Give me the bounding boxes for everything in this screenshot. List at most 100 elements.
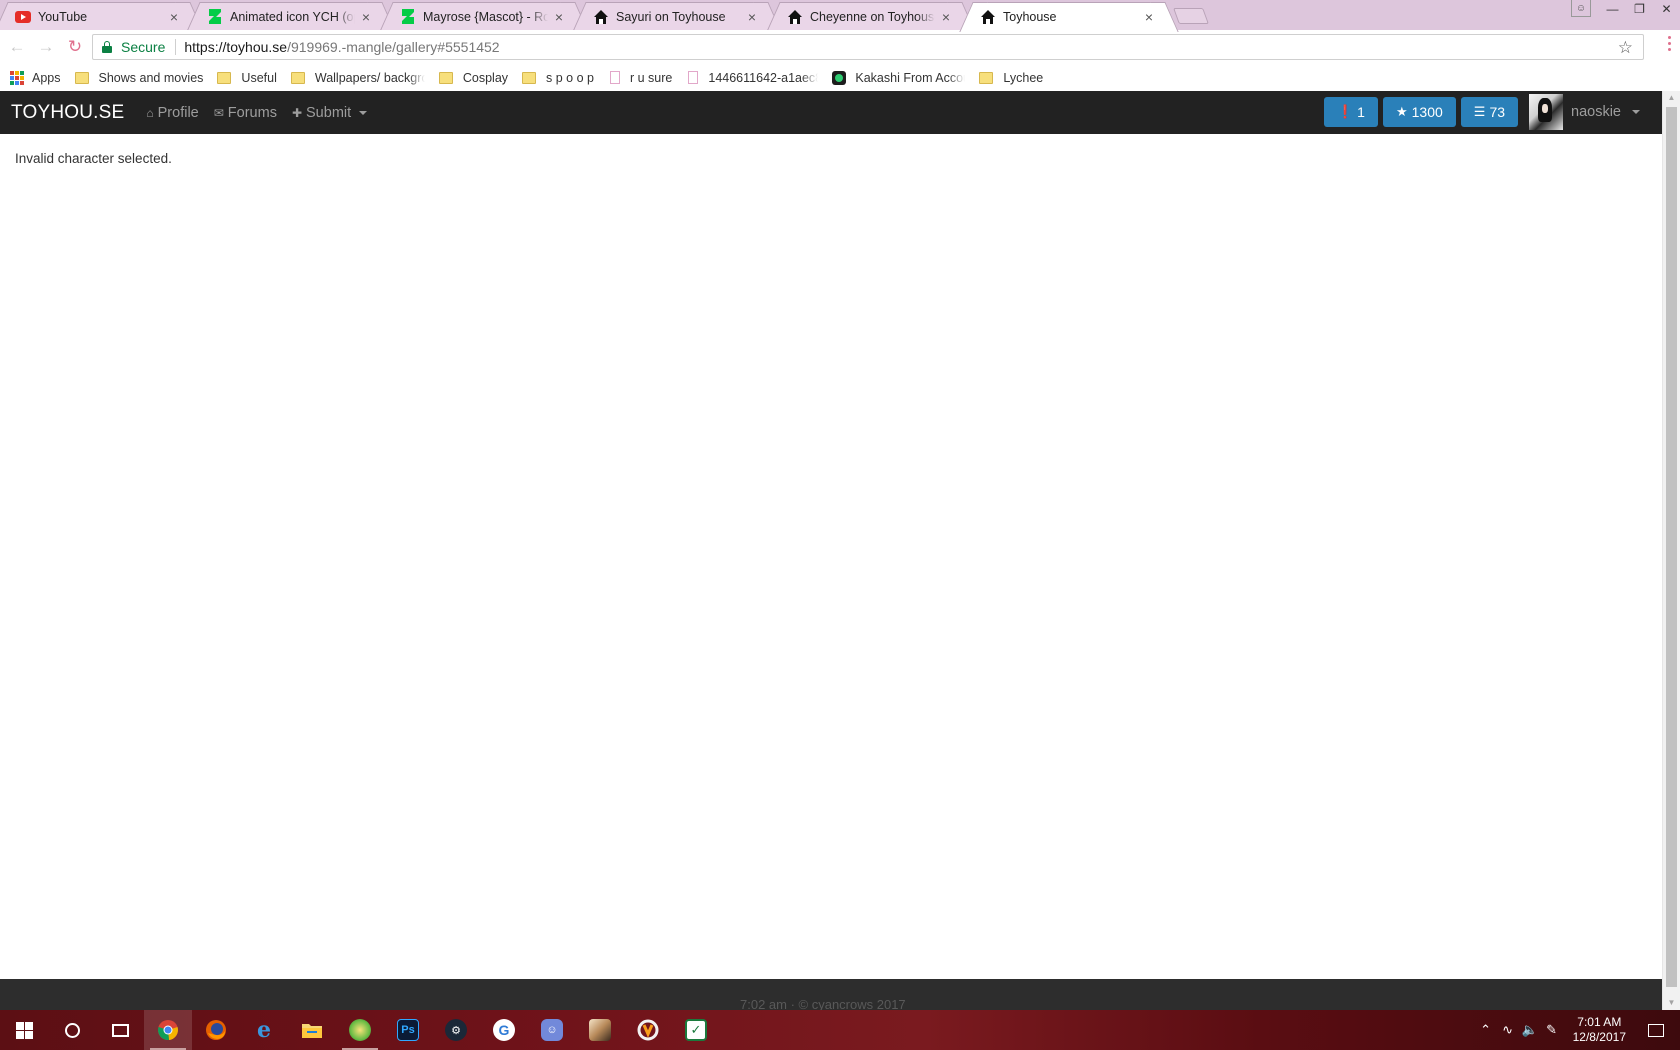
list-button[interactable]: ☰ 73 [1460,97,1519,127]
system-tray: ⌃ ∿ 🔈 ✎ 7:01 AM 12/8/2017 [1475,1010,1680,1050]
back-button[interactable]: ← [5,35,29,59]
nav-profile[interactable]: ⌂ Profile [146,105,198,121]
plus-icon: ✚ [291,105,303,120]
comments-icon: ✉ [213,105,224,120]
browser-menu-icon[interactable] [1668,36,1672,51]
bookmark-label: Lychee [1003,70,1044,85]
browser-tab-strip: YouTube × Animated icon YCH (ope × Mayro… [0,0,1680,30]
close-icon[interactable]: × [359,9,373,25]
tab-cheyenne-on-toyhouse[interactable]: Cheyenne on Toyhouse × [780,2,962,30]
notifications-icon[interactable] [1648,1023,1664,1037]
start-button[interactable] [0,1010,48,1050]
bookmark-shows-and-movies[interactable]: Shows and movies [74,71,203,85]
chrome-icon [158,1020,178,1041]
chevron-up-icon[interactable]: ⌃ [1475,1022,1497,1038]
cortana-button[interactable] [48,1010,96,1050]
favorites-button[interactable]: ★ 1300 [1382,97,1456,127]
bookmark-label: Apps [32,70,61,85]
nav-submit[interactable]: ✚ Submit [291,104,368,121]
close-window-button[interactable]: ✕ [1653,0,1680,18]
bookmark-useful[interactable]: Useful [217,71,277,85]
address-bar[interactable]: Secure https://toyhou.se/919969.-mangle/… [92,34,1644,60]
scroll-down-icon[interactable]: ▼ [1663,996,1680,1010]
close-icon[interactable]: × [1142,9,1156,25]
bookmark-lychee[interactable]: Lychee [979,71,1043,85]
youtube-icon [15,9,31,25]
toyhouse-icon [593,9,609,25]
site-favicon-icon [832,70,847,85]
avatar[interactable] [1529,94,1564,130]
page-icon [688,71,699,84]
tab-animated-icon-ych[interactable]: Animated icon YCH (ope × [200,2,382,30]
site-logo[interactable]: TOYHOU.SE [11,102,124,124]
favorites-count: 1300 [1411,104,1443,120]
bookmark-star-icon[interactable]: ☆ [1618,38,1633,58]
taskbar-photoshop[interactable]: Ps [384,1010,432,1050]
new-tab-button[interactable] [1173,8,1209,24]
taskbar-firefox[interactable] [192,1010,240,1050]
taskbar-overwatch[interactable] [624,1010,672,1050]
bookmark-label: s p o o p [546,70,594,85]
tab-title: Cheyenne on Toyhouse [810,9,935,24]
bookmark-wallpapers[interactable]: Wallpapers/ backgrou [290,70,425,85]
chevron-down-icon[interactable] [1632,110,1640,114]
notifications-button[interactable]: ❗ 1 [1323,97,1378,127]
bookmark-label: Wallpapers/ backgrou [314,70,425,85]
taskbar-edge[interactable]: e [240,1010,288,1050]
browser-toolbar: ← → ↻ Secure https://toyhou.se/919969.-m… [0,30,1680,64]
tab-sayuri-on-toyhouse[interactable]: Sayuri on Toyhouse × [586,2,768,30]
windows-taskbar: e Ps ⚙ G ☺ ✓ ⌃ ∿ 🔈 ✎ 7:01 AM 12/8/2017 [0,1010,1680,1050]
toyhouse-icon [980,9,996,25]
taskbar-app-green[interactable] [336,1010,384,1050]
pen-icon[interactable]: ✎ [1541,1022,1563,1038]
tab-youtube[interactable]: YouTube × [8,2,190,30]
reload-button[interactable]: ↻ [63,35,87,59]
cortana-icon [64,1022,80,1038]
bookmark-kakashi[interactable]: Kakashi From Accoun [832,70,965,85]
task-view-button[interactable] [96,1010,144,1050]
username[interactable]: naoskie [1571,104,1621,120]
clock[interactable]: 7:01 AM 12/8/2017 [1573,1015,1626,1045]
exclamation-icon: ❗ [1336,104,1354,119]
bookmark-r-u-sure[interactable]: r u sure [608,71,672,85]
volume-icon[interactable]: 🔈 [1519,1022,1541,1038]
bookmark-cosplay[interactable]: Cosplay [438,71,508,85]
restore-button[interactable]: ❐ [1626,0,1653,18]
taskbar-game-app[interactable] [576,1010,624,1050]
taskbar-discord[interactable]: ☺ [528,1010,576,1050]
nav-label: Profile [157,104,199,121]
taskbar-app-g[interactable]: G [480,1010,528,1050]
overwatch-icon [637,1019,659,1041]
tab-title: Animated icon YCH (ope [230,9,355,24]
close-icon[interactable]: × [552,9,566,25]
folder-icon [979,71,994,84]
close-icon[interactable]: × [939,9,953,25]
bookmark-image-file[interactable]: 1446611642-a1aec86 [686,71,818,85]
clock-time: 7:01 AM [1577,1015,1622,1029]
nav-forums[interactable]: ✉ Forums [214,105,277,121]
bookmark-apps[interactable]: Apps [10,70,61,85]
apps-grid-icon [10,70,24,85]
taskbar-steam[interactable]: ⚙ [432,1010,480,1050]
site-footer: 7:02 am · © cyancrows 2017 [0,979,1662,1012]
network-icon[interactable]: ∿ [1497,1022,1519,1038]
taskbar-paint-app[interactable]: ✓ [672,1010,720,1050]
tab-mayrose-mascot[interactable]: Mayrose {Mascot} - Rose × [393,2,575,30]
close-icon[interactable]: × [167,9,181,25]
nav-label: Submit [306,104,352,121]
tab-title: Sayuri on Toyhouse [616,9,726,24]
url-text[interactable]: https://toyhou.se/919969.-mangle/gallery… [184,39,499,55]
tab-toyhouse[interactable]: Toyhouse × [973,2,1165,30]
star-icon: ★ [1395,104,1408,119]
scroll-up-icon[interactable]: ▲ [1663,91,1680,105]
close-icon[interactable]: × [745,9,759,25]
url-host: https://toyhou.se [184,39,288,55]
page-scrollbar[interactable]: ▲ ▼ [1662,91,1680,1010]
profile-icon[interactable]: ☺ [1571,0,1591,17]
taskbar-chrome[interactable] [144,1010,192,1050]
forward-button[interactable]: → [34,35,58,59]
scrollbar-thumb[interactable] [1666,107,1677,987]
bookmark-spoop[interactable]: s p o o p [522,71,594,85]
minimize-button[interactable]: — [1599,0,1626,18]
taskbar-file-explorer[interactable] [288,1010,336,1050]
